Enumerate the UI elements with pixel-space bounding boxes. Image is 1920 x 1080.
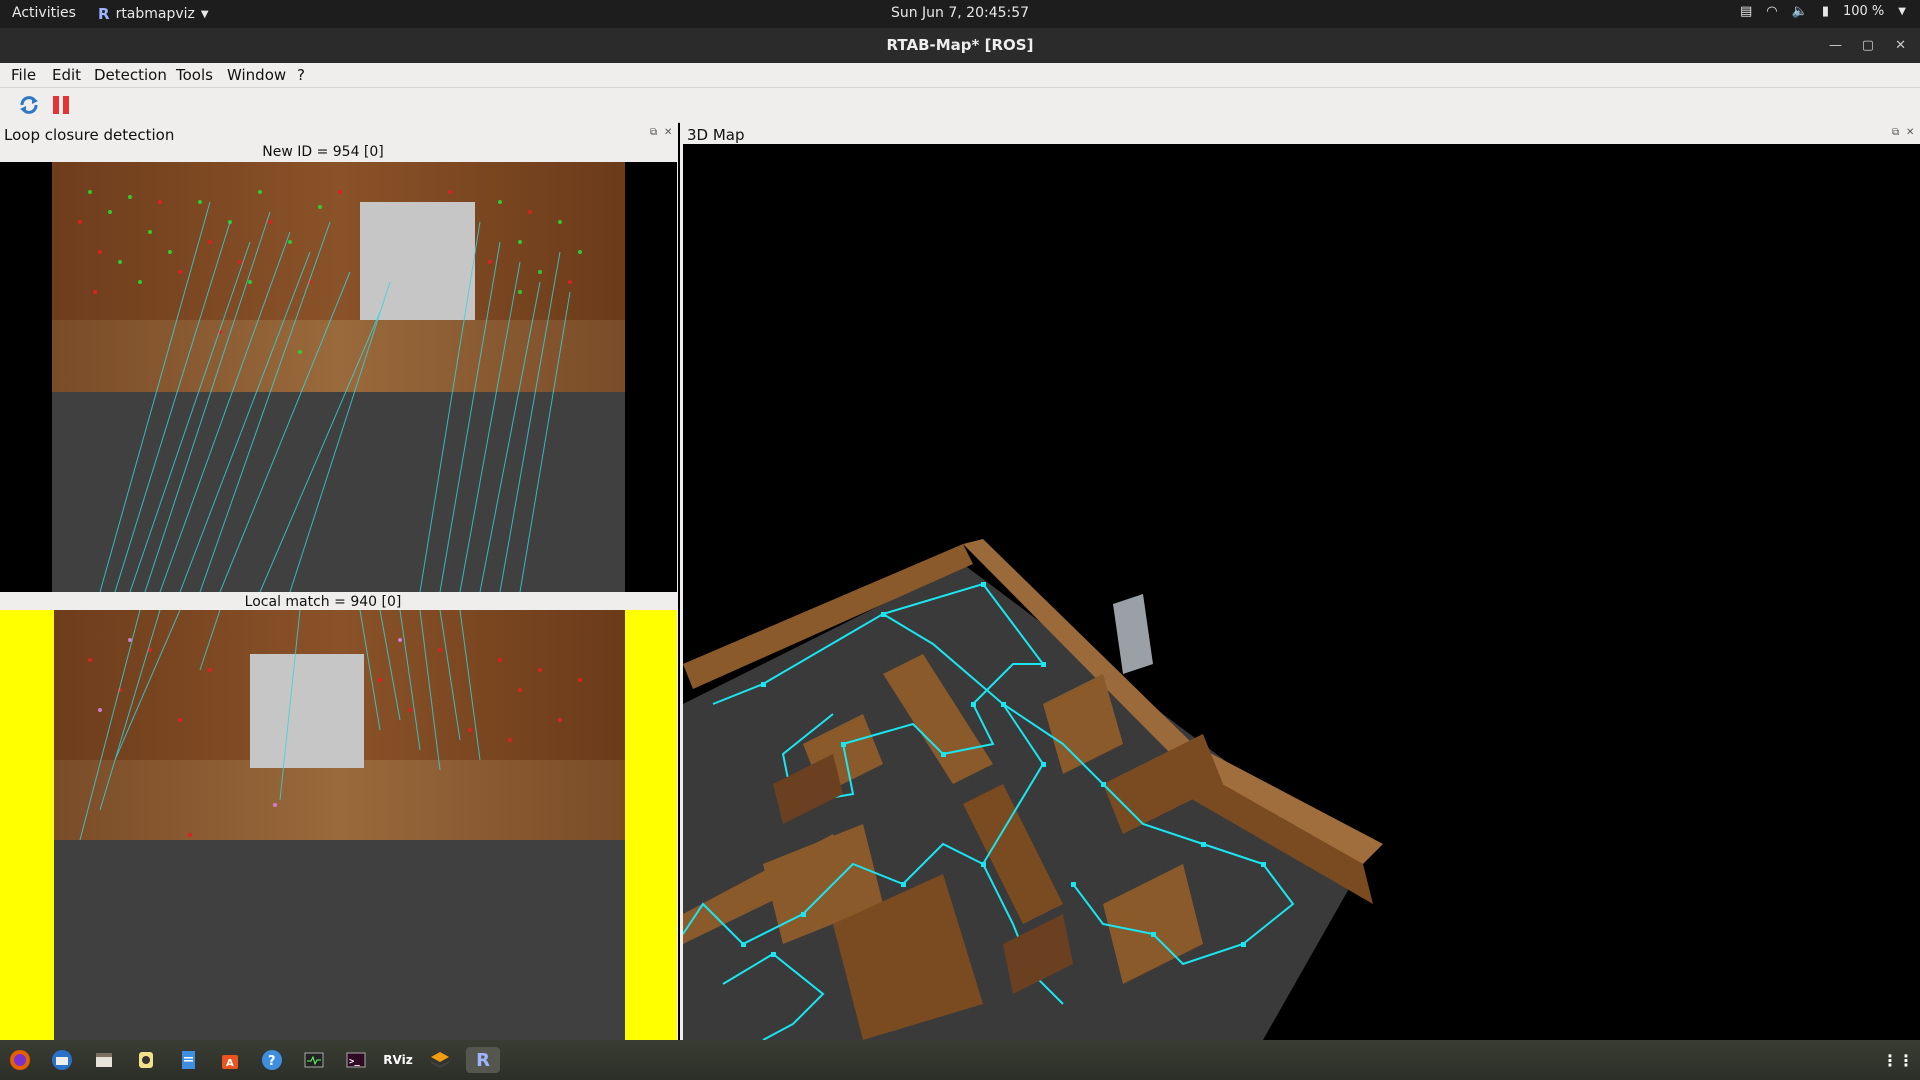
close-icon[interactable]: ✕	[664, 127, 672, 138]
menu-tools[interactable]: Tools	[176, 66, 213, 84]
float-icon[interactable]: ⧉	[1892, 127, 1899, 138]
svg-text:A: A	[226, 1058, 234, 1069]
refresh-icon	[20, 96, 38, 114]
window-title: RTAB-Map* [ROS]	[886, 36, 1034, 54]
loop-closure-dock: Loop closure detection ⧉ ✕ New ID = 954 …	[0, 122, 678, 1040]
system-top-bar: Activities R rtabmapviz ▼ Sun Jun 7, 20:…	[0, 0, 1920, 28]
network-icon: ▤	[1740, 4, 1753, 19]
pause-icon	[53, 96, 69, 114]
rhythmbox-icon[interactable]	[132, 1047, 160, 1073]
map-3d-render	[683, 539, 1383, 1040]
map-3d-view[interactable]	[683, 144, 1920, 1040]
battery-percent: 100 %	[1842, 4, 1885, 19]
stack-icon[interactable]	[426, 1047, 454, 1073]
window-title-bar: RTAB-Map* [ROS] — ▢ ✕	[0, 28, 1920, 63]
system-tray[interactable]: ▤ ◠ 🔈 ▮ 100 % ▼	[1740, 4, 1906, 19]
svg-text:?: ?	[268, 1054, 276, 1069]
local-match-image	[54, 610, 625, 1040]
volume-icon: 🔈	[1791, 4, 1808, 19]
software-icon[interactable]: A	[216, 1047, 244, 1073]
close-button[interactable]: ✕	[1895, 28, 1906, 63]
document-icon[interactable]	[174, 1047, 202, 1073]
refresh-button[interactable]	[16, 93, 42, 117]
menu-detection[interactable]: Detection	[94, 66, 167, 84]
new-image	[52, 162, 625, 592]
taskbar: A ? >_ RViz R ⋮⋮	[0, 1040, 1920, 1080]
show-apps-grid-icon[interactable]: ⋮⋮	[1882, 1047, 1914, 1073]
files-icon[interactable]	[90, 1047, 118, 1073]
new-image-view[interactable]	[0, 162, 677, 592]
local-match-label: Local match = 940 [0]	[244, 594, 402, 610]
rviz-icon[interactable]: RViz	[383, 1047, 412, 1073]
firefox-icon[interactable]	[6, 1047, 34, 1073]
help-icon[interactable]: ?	[258, 1047, 286, 1073]
chevron-down-icon: ▼	[1898, 6, 1906, 17]
terminal-icon[interactable]: >_	[342, 1047, 370, 1073]
thunderbird-icon[interactable]	[48, 1047, 76, 1073]
local-match-view[interactable]	[0, 610, 677, 1040]
menu-window[interactable]: Window	[227, 66, 286, 84]
system-monitor-icon[interactable]	[300, 1047, 328, 1073]
new-id-label: New ID = 954 [0]	[262, 144, 384, 160]
battery-icon: ▮	[1821, 4, 1829, 19]
menu-bar: File Edit Detection Tools Window ?	[0, 63, 1920, 88]
dock-title: Loop closure detection	[4, 126, 175, 144]
clock[interactable]: Sun Jun 7, 20:45:57	[0, 5, 1920, 21]
minimize-button[interactable]: —	[1829, 28, 1842, 63]
wifi-icon: ◠	[1766, 4, 1778, 19]
maximize-button[interactable]: ▢	[1862, 28, 1874, 63]
toolbar	[0, 88, 1920, 123]
float-icon[interactable]: ⧉	[650, 127, 657, 138]
menu-edit[interactable]: Edit	[52, 66, 81, 84]
pause-button[interactable]	[48, 93, 74, 117]
menu-help[interactable]: ?	[297, 66, 305, 84]
dock-title: 3D Map	[687, 126, 745, 144]
close-icon[interactable]: ✕	[1906, 127, 1914, 138]
svg-text:>_: >_	[349, 1057, 360, 1067]
rtabmap-taskbar-icon[interactable]: R	[466, 1047, 500, 1073]
menu-file[interactable]: File	[11, 66, 36, 84]
